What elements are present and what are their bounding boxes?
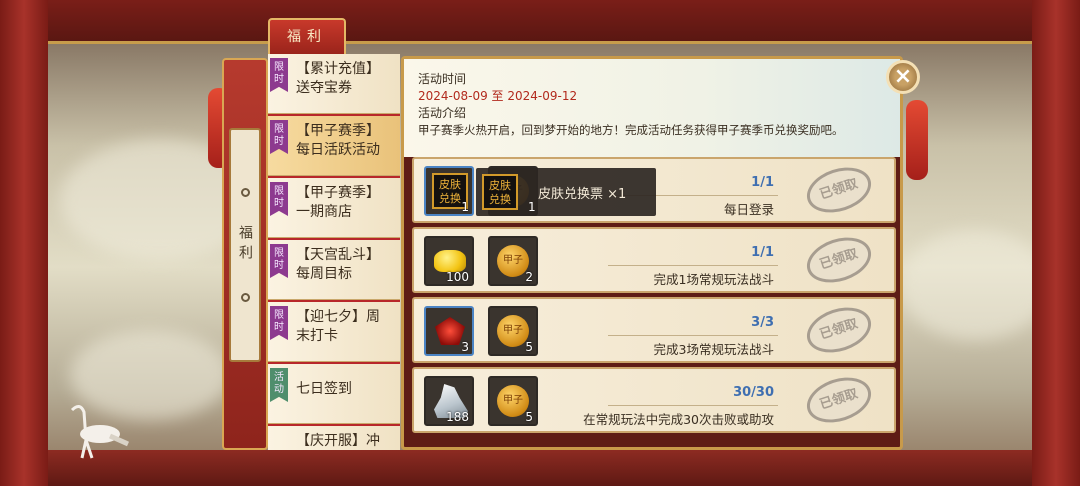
- claimed-stamp: 已领取: [801, 159, 877, 221]
- reward-count: 2: [525, 270, 533, 284]
- menu-item-subtitle: 送夺宝券: [296, 80, 352, 96]
- reward-count: 1: [461, 200, 469, 214]
- category-header: 福利: [268, 18, 346, 54]
- task-progress: 3/3: [751, 315, 774, 330]
- background-mist: [900, 230, 1050, 340]
- crane-decoration: [70, 405, 130, 459]
- activity-intro-text: 甲子赛季火热开启，回到梦开始的地方！完成活动任务获得甲子赛季币兑换奖励吧。: [418, 123, 844, 137]
- task-description: 每日登录: [723, 202, 774, 217]
- background-pillar-right: [1032, 0, 1080, 486]
- side-tab-ornament-icon: [240, 188, 250, 197]
- reward-item-season-coin[interactable]: 甲子 5: [488, 376, 538, 426]
- task-row: 3 甲子 5 3/3 完成3场常规玩法战斗 已领取: [412, 297, 896, 363]
- reward-item-gem[interactable]: 3: [424, 306, 474, 356]
- reward-item-season-coin[interactable]: 甲子 2: [488, 236, 538, 286]
- reward-item-season-coin[interactable]: 甲子 5: [488, 306, 538, 356]
- limited-tag: 限时: [270, 120, 288, 154]
- menu-item-daily-activity[interactable]: 限时 【甲子赛季】 每日活跃活动: [268, 116, 400, 176]
- menu-item-title: 【累计充值】: [296, 61, 380, 77]
- tooltip-count: 1: [528, 200, 536, 214]
- menu-item-subtitle: 每日活跃活动: [296, 142, 380, 158]
- close-icon: ×: [893, 64, 913, 89]
- menu-item-title: 【甲子赛季】: [296, 123, 380, 139]
- gold-ingot-icon: [434, 250, 466, 272]
- menu-item-title: 【庆开服】冲: [296, 433, 380, 449]
- progress-divider: [608, 265, 778, 266]
- claimed-stamp: 已领取: [801, 369, 877, 431]
- side-tab-ornament-icon: [240, 293, 250, 302]
- task-progress: 1/1: [751, 245, 774, 260]
- limited-tag: 限时: [270, 182, 288, 216]
- activity-intro-label: 活动介绍: [418, 106, 467, 120]
- menu-item-weekly-goal[interactable]: 限时 【天宫乱斗】 每周目标: [268, 240, 400, 300]
- task-description: 完成1场常规玩法战斗: [653, 272, 774, 287]
- menu-item-subtitle: 末打卡: [296, 328, 338, 344]
- limited-tag: 限时: [270, 306, 288, 340]
- menu-item-qixi-checkin[interactable]: 限时 【迎七夕】周 末打卡: [268, 302, 400, 362]
- reward-item-skin-ticket[interactable]: 皮肤兑换 1: [424, 166, 474, 216]
- menu-item-subtitle: 每周目标: [296, 266, 352, 282]
- side-tab-welfare[interactable]: 福利: [229, 128, 261, 362]
- limited-tag: 限时: [270, 244, 288, 278]
- reward-count: 5: [525, 340, 533, 354]
- menu-item-season-shop[interactable]: 限时 【甲子赛季】 一期商店: [268, 178, 400, 238]
- reward-count: 188: [446, 410, 469, 424]
- claimed-stamp: 已领取: [801, 299, 877, 361]
- task-row: 100 甲子 2 1/1 完成1场常规玩法战斗 已领取: [412, 227, 896, 293]
- task-progress: 30/30: [733, 385, 774, 400]
- lantern-decoration: [906, 100, 928, 180]
- activity-time-label: 活动时间: [418, 72, 467, 86]
- menu-item-subtitle: 一期商店: [296, 204, 352, 220]
- background-pillar-left: [0, 0, 48, 486]
- activity-menu: 限时 【累计充值】 送夺宝券 限时 【甲子赛季】 每日活跃活动 限时 【甲子赛季…: [268, 54, 400, 450]
- menu-item-server-launch[interactable]: 【庆开服】冲: [268, 426, 400, 450]
- reward-item-gold-ingot[interactable]: 100: [424, 236, 474, 286]
- menu-item-title: 【天宫乱斗】: [296, 247, 380, 263]
- activity-info: 活动时间 2024-08-09 至 2024-09-12 活动介绍 甲子赛季火热…: [404, 59, 900, 157]
- task-progress: 1/1: [751, 175, 774, 190]
- reward-count: 100: [446, 270, 469, 284]
- background-floor: [0, 450, 1080, 486]
- menu-item-recharge[interactable]: 限时 【累计充值】 送夺宝券: [268, 54, 400, 114]
- background-top-beam: [48, 0, 1032, 44]
- side-tab-label: 福利: [237, 225, 253, 265]
- task-description: 在常规玩法中完成30次击败或助攻: [583, 412, 774, 427]
- skin-ticket-icon: 皮肤兑换: [482, 174, 518, 210]
- progress-divider: [608, 405, 778, 406]
- item-tooltip: 皮肤兑换 1 皮肤兑换票 ×1: [476, 168, 656, 216]
- menu-item-title: 七日签到: [296, 381, 352, 397]
- progress-divider: [608, 335, 778, 336]
- menu-item-title: 【甲子赛季】: [296, 185, 380, 201]
- activity-dates: 2024-08-09 至 2024-09-12: [418, 89, 578, 103]
- close-button[interactable]: ×: [886, 60, 920, 94]
- limited-tag: 限时: [270, 58, 288, 92]
- claimed-stamp: 已领取: [801, 229, 877, 291]
- task-row: 188 甲子 5 30/30 在常规玩法中完成30次击败或助攻 已领取: [412, 367, 896, 433]
- reward-count: 3: [461, 340, 469, 354]
- reward-item-stone[interactable]: 188: [424, 376, 474, 426]
- tooltip-text: 皮肤兑换票 ×1: [538, 187, 627, 202]
- menu-item-seven-day-signin[interactable]: 活动 七日签到: [268, 364, 400, 424]
- task-description: 完成3场常规玩法战斗: [653, 342, 774, 357]
- reward-count: 5: [525, 410, 533, 424]
- activity-tag: 活动: [270, 368, 288, 402]
- menu-item-title: 【迎七夕】周: [296, 309, 380, 325]
